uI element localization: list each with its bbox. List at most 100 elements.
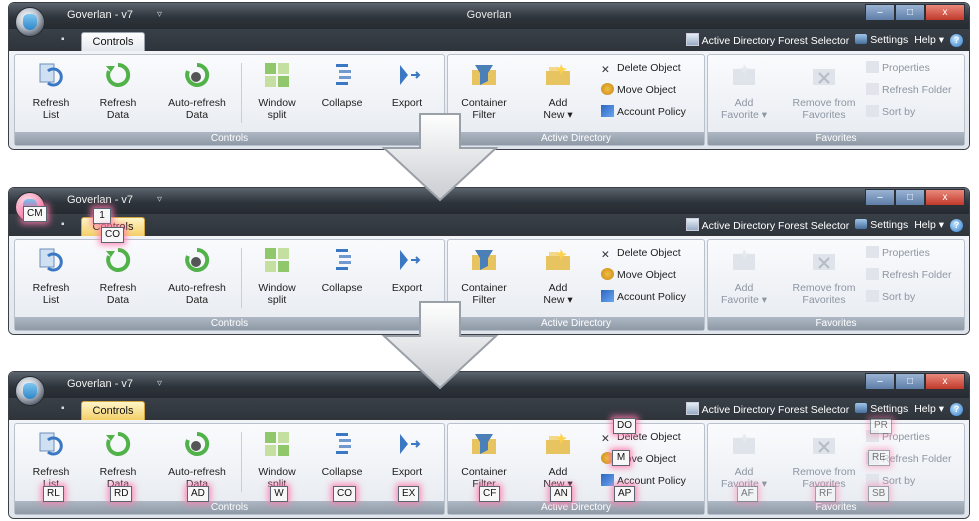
move-object-button[interactable]: Move Object [601,81,676,99]
sort-by-button[interactable]: Sort by [866,288,915,306]
refresh-list-button[interactable]: Refresh List [19,246,83,306]
close-button[interactable]: x [925,189,965,206]
maximize-button[interactable]: □ [895,189,925,206]
pin-icon[interactable]: ▪ [61,219,65,230]
help-icon[interactable]: ? [950,402,963,416]
refresh-data-button[interactable]: Refresh Data [86,430,150,490]
window-split-button[interactable]: Window split [245,430,309,490]
add-favorite-button[interactable]: Add Favorite ▾ [712,246,776,306]
add-new-button[interactable]: Add New ▾ [526,430,590,490]
refresh-data-icon [106,247,131,272]
add-favorite-button[interactable]: Add Favorite ▾ [712,430,776,490]
refresh-list-icon [39,432,63,456]
group-favorites: Add Favorite ▾ Remove from Favorites Prope… [707,54,965,146]
remove-favorite-icon [813,254,835,270]
pin-icon[interactable]: ▪ [61,403,65,414]
refresh-list-button[interactable]: Refresh List [19,430,83,490]
properties-button[interactable]: Properties [866,244,930,262]
refresh-data-button[interactable]: Refresh Data [86,61,150,121]
export-button[interactable]: Export [375,430,439,478]
keytip-refresh-list: RL [43,486,64,502]
add-new-icon [546,433,570,454]
minimize-button[interactable]: – [865,373,895,390]
delete-object-button[interactable]: ✕ Delete Object [601,244,681,262]
help-menu[interactable]: Help ▾ [914,403,944,415]
move-icon [601,268,614,280]
refresh-folder-button[interactable]: Refresh Folder [866,81,951,99]
forest-selector-button[interactable]: Active Directory Forest Selector [685,33,849,47]
add-new-button[interactable]: Add New ▾ [526,246,590,306]
window-split-icon [265,432,289,456]
add-favorite-icon [733,433,755,454]
window-split-button[interactable]: Window split [245,61,309,121]
help-menu[interactable]: Help ▾ [914,34,944,46]
tab-row: ▪ Controls CO Active Directory Forest Se… [9,214,969,243]
policy-icon [601,105,614,117]
export-button[interactable]: Export [375,246,439,294]
remove-from-favorites-button[interactable]: Remove from Favorites [784,246,864,306]
sort-by-button[interactable]: Sort by [866,103,915,121]
forest-selector-button[interactable]: Active Directory Forest Selector [685,402,849,416]
settings-button[interactable]: Settings [855,403,908,415]
refresh-data-button[interactable]: Refresh Data [86,246,150,306]
container-filter-button[interactable]: Container Filter [452,430,516,490]
tab-controls[interactable]: Controls [81,401,145,420]
account-policy-button[interactable]: Account Policy [601,288,686,306]
close-button[interactable]: x [925,373,965,390]
qat-dropdown-icon[interactable]: ▿ [157,378,162,389]
pin-icon[interactable]: ▪ [61,34,65,45]
forest-selector-button[interactable]: Active Directory Forest Selector [685,218,849,232]
delete-object-button[interactable]: ✕ Delete Object [601,59,681,77]
keytip-export: EX [398,486,420,502]
keytip-tab-controls: CO [101,227,124,243]
add-new-icon [546,64,570,85]
account-policy-button[interactable]: Account Policy [601,103,686,121]
add-new-button[interactable]: Add New ▾ [526,61,590,121]
remove-from-favorites-button[interactable]: Remove from Favorites [784,61,864,121]
refresh-list-button[interactable]: Refresh List [19,61,83,121]
tab-controls[interactable]: Controls [81,32,145,51]
export-button[interactable]: Export [375,61,439,109]
refresh-folder-button[interactable]: Refresh Folder [866,266,951,284]
keytip-orb: CM [23,206,47,222]
help-icon[interactable]: ? [950,33,963,47]
auto-refresh-data-button[interactable]: Auto-refresh Data [161,246,233,306]
auto-refresh-data-button[interactable]: Auto-refresh Data [161,61,233,121]
collapse-button[interactable]: Collapse [310,430,374,478]
remove-from-favorites-button[interactable]: Remove from Favorites [784,430,864,490]
settings-button[interactable]: Settings [855,34,908,46]
keytip-properties: PR [870,418,892,434]
settings-button[interactable]: Settings [855,219,908,231]
application-orb-button[interactable] [15,7,45,37]
group-favorites: Add Favorite ▾ Remove from Favorites Prope… [707,239,965,331]
refresh-list-icon [39,63,63,87]
properties-button[interactable]: Properties [866,59,930,77]
add-favorite-icon [733,249,755,270]
tab-row: ▪ Controls Active Directory Forest Selec… [9,398,969,420]
collapse-button[interactable]: Collapse [310,61,374,109]
container-filter-button[interactable]: Container Filter [452,246,516,306]
keytip-account-policy: AP [614,486,636,502]
maximize-button[interactable]: □ [895,4,925,21]
separator [241,63,242,123]
window-split-icon [265,248,289,272]
close-button[interactable]: x [925,4,965,21]
forest-selector-icon [685,33,699,46]
move-object-button[interactable]: Move Object [601,266,676,284]
auto-refresh-data-button[interactable]: Auto-refresh Data [161,430,233,490]
keytip-sort-by: SB [868,486,890,502]
help-icon[interactable]: ? [950,218,963,232]
qat-dropdown-icon[interactable]: ▿ [157,194,162,205]
window-split-button[interactable]: Window split [245,246,309,306]
title-bar: Goverlan - v7 ▿ Goverlan – □ x [9,3,969,29]
app-logo-icon [23,14,37,30]
keytip-add-favorite: AF [737,486,758,502]
application-orb-button[interactable] [15,376,45,406]
add-favorite-button[interactable]: Add Favorite ▾ [712,61,776,121]
help-menu[interactable]: Help ▾ [914,219,944,231]
minimize-button[interactable]: – [865,189,895,206]
collapse-button[interactable]: Collapse [310,246,374,294]
minimize-button[interactable]: – [865,4,895,21]
refresh-folder-icon [866,83,879,95]
maximize-button[interactable]: □ [895,373,925,390]
